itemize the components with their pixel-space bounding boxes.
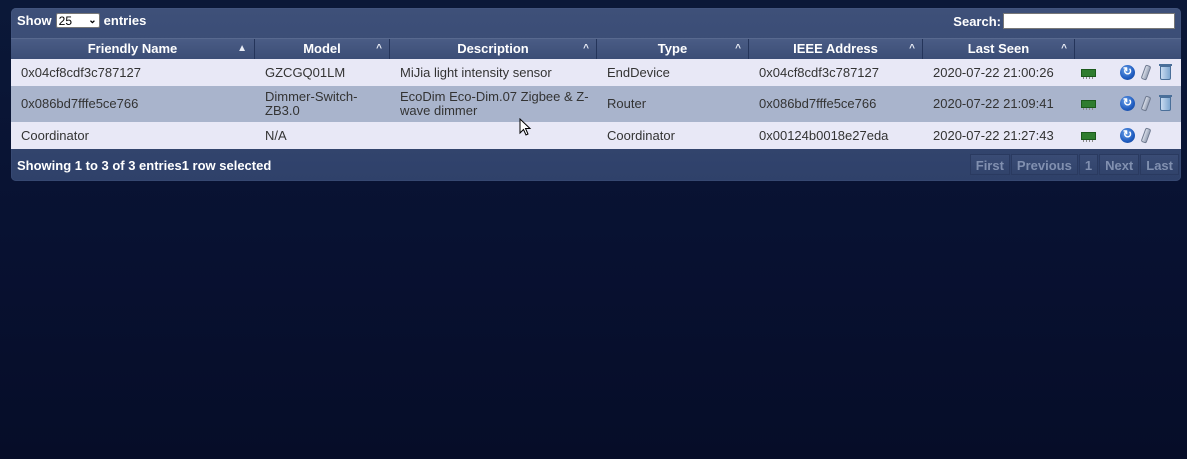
column-label: Model (303, 41, 341, 56)
cell-type: Coordinator (607, 127, 675, 143)
search-control: Search: (953, 13, 1175, 29)
trash-icon[interactable] (1159, 64, 1172, 80)
pagination: First Previous 1 Next Last (969, 154, 1179, 175)
page-size-select[interactable]: 25 ⌄ (55, 13, 100, 28)
previous-page-button[interactable]: Previous (1010, 154, 1078, 175)
page-size-control: Show 25 ⌄ entries (17, 13, 146, 28)
column-header-ieee-address[interactable]: IEEE Address ^ (749, 39, 923, 59)
cell-ieee-address: 0x04cf8cdf3c787127 (759, 64, 879, 80)
table-info: Showing 1 to 3 of 3 entries1 row selecte… (17, 158, 272, 173)
device-board-icon[interactable] (1081, 132, 1096, 142)
sort-icon: ^ (909, 43, 915, 54)
show-label: Show (17, 13, 52, 28)
sort-icon: ^ (1061, 43, 1067, 54)
column-header-model[interactable]: Model ^ (255, 39, 390, 59)
table-row[interactable]: 0x04cf8cdf3c787127 GZCGQ01LM MiJia light… (11, 59, 1181, 86)
page-size-value: 25 (58, 13, 73, 28)
cell-friendly-name: Coordinator (21, 127, 89, 143)
refresh-icon[interactable]: ↻ (1120, 96, 1135, 111)
cell-friendly-name: 0x086bd7fffe5ce766 (21, 96, 139, 111)
column-label: IEEE Address (793, 41, 878, 56)
devices-table-panel: Show 25 ⌄ entries Search: Friendly Name ▲… (11, 8, 1181, 181)
entries-label: entries (103, 13, 147, 28)
column-header-actions (1075, 39, 1181, 59)
table-row[interactable]: Coordinator N/A Coordinator 0x00124b0018… (11, 122, 1181, 149)
sort-icon: ^ (376, 43, 382, 54)
cell-model: N/A (265, 127, 287, 143)
refresh-icon[interactable]: ↻ (1120, 128, 1135, 143)
sort-icon: ^ (583, 43, 589, 54)
cell-last-seen: 2020-07-22 21:00:26 (933, 64, 1054, 80)
column-label: Description (457, 41, 529, 56)
cell-model: Dimmer-Switch-ZB3.0 (265, 89, 358, 118)
edit-pencil-icon[interactable] (1140, 95, 1152, 112)
row-actions: ↻ (1075, 86, 1181, 122)
cell-model: GZCGQ01LM (265, 64, 346, 80)
device-board-icon[interactable] (1081, 100, 1096, 110)
search-label: Search: (953, 13, 1001, 29)
column-header-description[interactable]: Description ^ (390, 39, 597, 59)
refresh-icon[interactable]: ↻ (1120, 65, 1135, 80)
row-actions: ↻ (1075, 122, 1181, 149)
column-label: Friendly Name (87, 41, 178, 56)
cell-ieee-address: 0x086bd7fffe5ce766 (759, 96, 877, 111)
column-header-type[interactable]: Type ^ (597, 39, 749, 59)
column-header-friendly-name[interactable]: Friendly Name ▲ (11, 39, 255, 59)
last-page-button[interactable]: Last (1140, 154, 1179, 175)
table-row[interactable]: 0x086bd7fffe5ce766 Dimmer-Switch-ZB3.0 E… (11, 86, 1181, 122)
table-header: Friendly Name ▲ Model ^ Description ^ Type ^… (11, 38, 1181, 60)
cell-friendly-name: 0x04cf8cdf3c787127 (21, 64, 141, 80)
cell-ieee-address: 0x00124b0018e27eda (759, 127, 889, 143)
table-footer: Showing 1 to 3 of 3 entries1 row selecte… (11, 149, 1181, 181)
search-input[interactable] (1003, 13, 1175, 29)
chevron-down-icon: ⌄ (88, 15, 97, 26)
cell-last-seen: 2020-07-22 21:27:43 (933, 127, 1054, 143)
cell-description: EcoDim Eco-Dim.07 Zigbee & Z-wave dimmer (400, 89, 589, 118)
trash-icon[interactable] (1159, 95, 1172, 111)
column-label: Last Seen (967, 41, 1030, 56)
first-page-button[interactable]: First (969, 154, 1010, 175)
column-label: Type (657, 41, 688, 56)
sort-icon: ^ (735, 43, 741, 54)
next-page-button[interactable]: Next (1099, 154, 1140, 175)
cell-last-seen: 2020-07-22 21:09:41 (933, 96, 1054, 111)
mouse-cursor-icon (519, 118, 532, 136)
cell-type: Router (607, 96, 647, 111)
device-board-icon[interactable] (1081, 69, 1096, 79)
sort-icon: ▲ (237, 43, 247, 54)
page-1-button[interactable]: 1 (1078, 154, 1099, 175)
table-controls: Show 25 ⌄ entries Search: (11, 8, 1181, 38)
cell-description: MiJia light intensity sensor (400, 64, 552, 80)
edit-pencil-icon[interactable] (1140, 127, 1152, 144)
cell-description (400, 122, 597, 149)
column-header-last-seen[interactable]: Last Seen ^ (923, 39, 1075, 59)
row-actions: ↻ (1075, 59, 1181, 86)
cell-type: EndDevice (607, 64, 670, 80)
edit-pencil-icon[interactable] (1140, 64, 1152, 81)
